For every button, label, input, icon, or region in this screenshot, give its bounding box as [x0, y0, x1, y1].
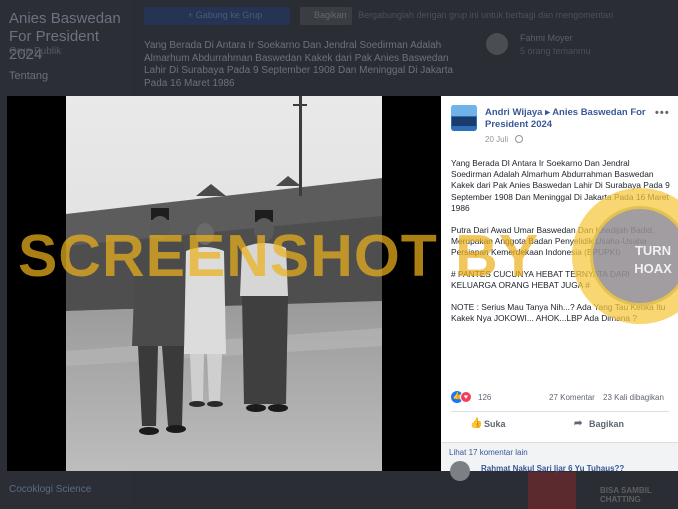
- post-date[interactable]: 20 Juli: [485, 135, 508, 144]
- background-join-button: + Gabung ke Grup: [144, 7, 290, 25]
- share-button[interactable]: ➦ Bagikan: [574, 418, 625, 429]
- background-ad-image: [528, 472, 576, 509]
- background-group-sub: Grup Publik: [9, 46, 62, 57]
- reaction-count[interactable]: 126: [478, 393, 491, 402]
- arrow-icon: ▸: [545, 107, 550, 118]
- like-label: Suka: [484, 419, 506, 429]
- screenshot-watermark: SCREENSHOT BY: [18, 223, 540, 289]
- background-user-sub: 5 orang temanmu: [520, 46, 591, 56]
- seal-word: HOAX: [634, 261, 672, 276]
- author-link[interactable]: Andri Wijaya: [485, 107, 542, 118]
- thumbs-up-icon: 👍: [470, 418, 483, 429]
- comment-count[interactable]: 27 Komentar: [549, 393, 595, 402]
- seal-inner: TURN HOAX: [590, 206, 678, 306]
- comment-preview[interactable]: Rahmat Nakul Sari Ijar 6 Yu Tuhaus??: [481, 464, 624, 473]
- background-ad-text: BISA SAMBIL CHATTING: [600, 486, 652, 504]
- share-arrow-icon: ➦: [574, 418, 583, 429]
- see-more-comments-link[interactable]: Lihat 17 komentar lain: [449, 448, 528, 457]
- like-button[interactable]: 👍 Suka: [470, 418, 506, 429]
- post-stats: 👍 ♥ 126 27 Komentar 23 Kali dibagikan: [451, 391, 669, 405]
- background-user-name: Fahmi Moyer: [520, 33, 573, 43]
- love-reaction-icon: ♥: [460, 391, 472, 403]
- background-bottom-link: Cocoklogi Science: [9, 484, 92, 495]
- background-share-button: Bagikan: [300, 7, 352, 25]
- background-top-text: Bergabunglah dengan grup ini untuk berba…: [358, 10, 614, 20]
- divider: [451, 411, 669, 412]
- background-caption: Yang Berada Di Antara Ir Soekarno Dan Je…: [144, 40, 454, 89]
- seal-word: TURN: [634, 243, 672, 258]
- background-nav-item: Tentang: [9, 70, 49, 82]
- share-label: Bagikan: [589, 419, 625, 429]
- background-user-avatar: [486, 33, 508, 55]
- share-count[interactable]: 23 Kali dibagikan: [603, 393, 664, 402]
- globe-icon: [515, 135, 523, 143]
- post-header: Andri Wijaya ▸ Anies Baswedan For Presid…: [485, 107, 649, 131]
- group-avatar[interactable]: [451, 105, 477, 131]
- comments-section: Lihat 17 komentar lain Rahmat Nakul Sari…: [441, 443, 678, 481]
- commenter-avatar[interactable]: [450, 461, 470, 481]
- more-options-icon[interactable]: • • •: [655, 107, 669, 119]
